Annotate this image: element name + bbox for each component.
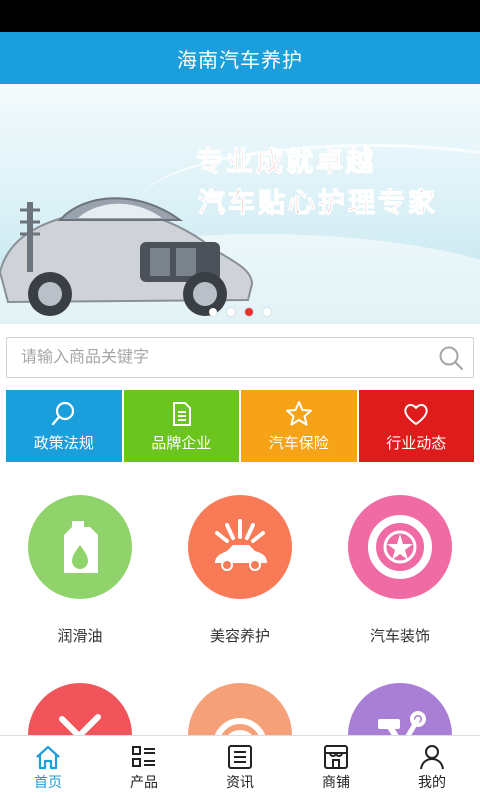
- tab-label: 我的: [418, 774, 446, 790]
- carousel-indicator: [0, 308, 480, 320]
- tab-home[interactable]: 首页: [0, 736, 96, 800]
- home-icon: [36, 745, 60, 770]
- search-button[interactable]: [429, 338, 473, 377]
- category-decoration[interactable]: 汽车装饰: [320, 495, 480, 646]
- document-icon: [173, 401, 192, 426]
- shop-icon: [324, 745, 348, 769]
- star-icon: [285, 400, 312, 426]
- search-icon: [439, 346, 464, 370]
- banner-slogan-2: 汽车贴心护理专家: [198, 188, 438, 220]
- news-icon: [228, 745, 252, 769]
- search-input[interactable]: [7, 338, 429, 377]
- grid-list-icon: [132, 746, 155, 767]
- carousel-dot[interactable]: [209, 308, 217, 316]
- banner-carousel[interactable]: 专业成就卓越 汽车贴心护理专家: [0, 84, 480, 324]
- tab-products[interactable]: 产品: [96, 736, 192, 800]
- quick-link-insurance[interactable]: 汽车保险: [241, 390, 357, 462]
- carousel-dot-active[interactable]: [245, 308, 253, 316]
- car-wash-icon: [188, 495, 292, 599]
- user-icon: [420, 745, 444, 770]
- category-label: 美容养护: [209, 628, 270, 645]
- search-bar: [6, 337, 474, 378]
- tire-icon: [348, 495, 452, 599]
- quick-link-label: 汽车保险: [268, 434, 329, 452]
- quick-links: 政策法规 品牌企业 汽车保险 行业动态: [6, 390, 474, 462]
- oil-bottle-icon: [28, 495, 132, 599]
- bottom-tab-bar: 首页 产品 资讯 商铺 我的: [0, 735, 480, 800]
- search-icon: [51, 401, 74, 425]
- tab-shops[interactable]: 商铺: [288, 736, 384, 800]
- quick-link-brands[interactable]: 品牌企业: [123, 390, 239, 462]
- quick-link-label: 品牌企业: [151, 434, 212, 452]
- quick-link-news[interactable]: 行业动态: [358, 390, 474, 462]
- carousel-dot[interactable]: [227, 308, 235, 316]
- category-label: 润滑油: [57, 628, 103, 645]
- tab-news[interactable]: 资讯: [192, 736, 288, 800]
- category-beauty[interactable]: 美容养护: [160, 495, 320, 646]
- quick-link-label: 行业动态: [386, 434, 447, 452]
- tab-label: 首页: [34, 774, 62, 790]
- page-title: 海南汽车养护: [0, 32, 480, 84]
- quick-link-label: 政策法规: [33, 434, 94, 452]
- quick-link-policy[interactable]: 政策法规: [6, 390, 122, 462]
- carousel-dot[interactable]: [263, 308, 271, 316]
- category-lubricant[interactable]: 润滑油: [0, 495, 160, 646]
- category-label: 汽车装饰: [369, 628, 430, 645]
- tab-label: 商铺: [322, 774, 350, 790]
- banner-slogan-1: 专业成就卓越: [196, 147, 376, 179]
- tab-profile[interactable]: 我的: [384, 736, 480, 800]
- tab-label: 资讯: [226, 774, 254, 790]
- heart-icon: [404, 403, 428, 425]
- tab-label: 产品: [130, 774, 158, 790]
- status-bar: [0, 0, 480, 32]
